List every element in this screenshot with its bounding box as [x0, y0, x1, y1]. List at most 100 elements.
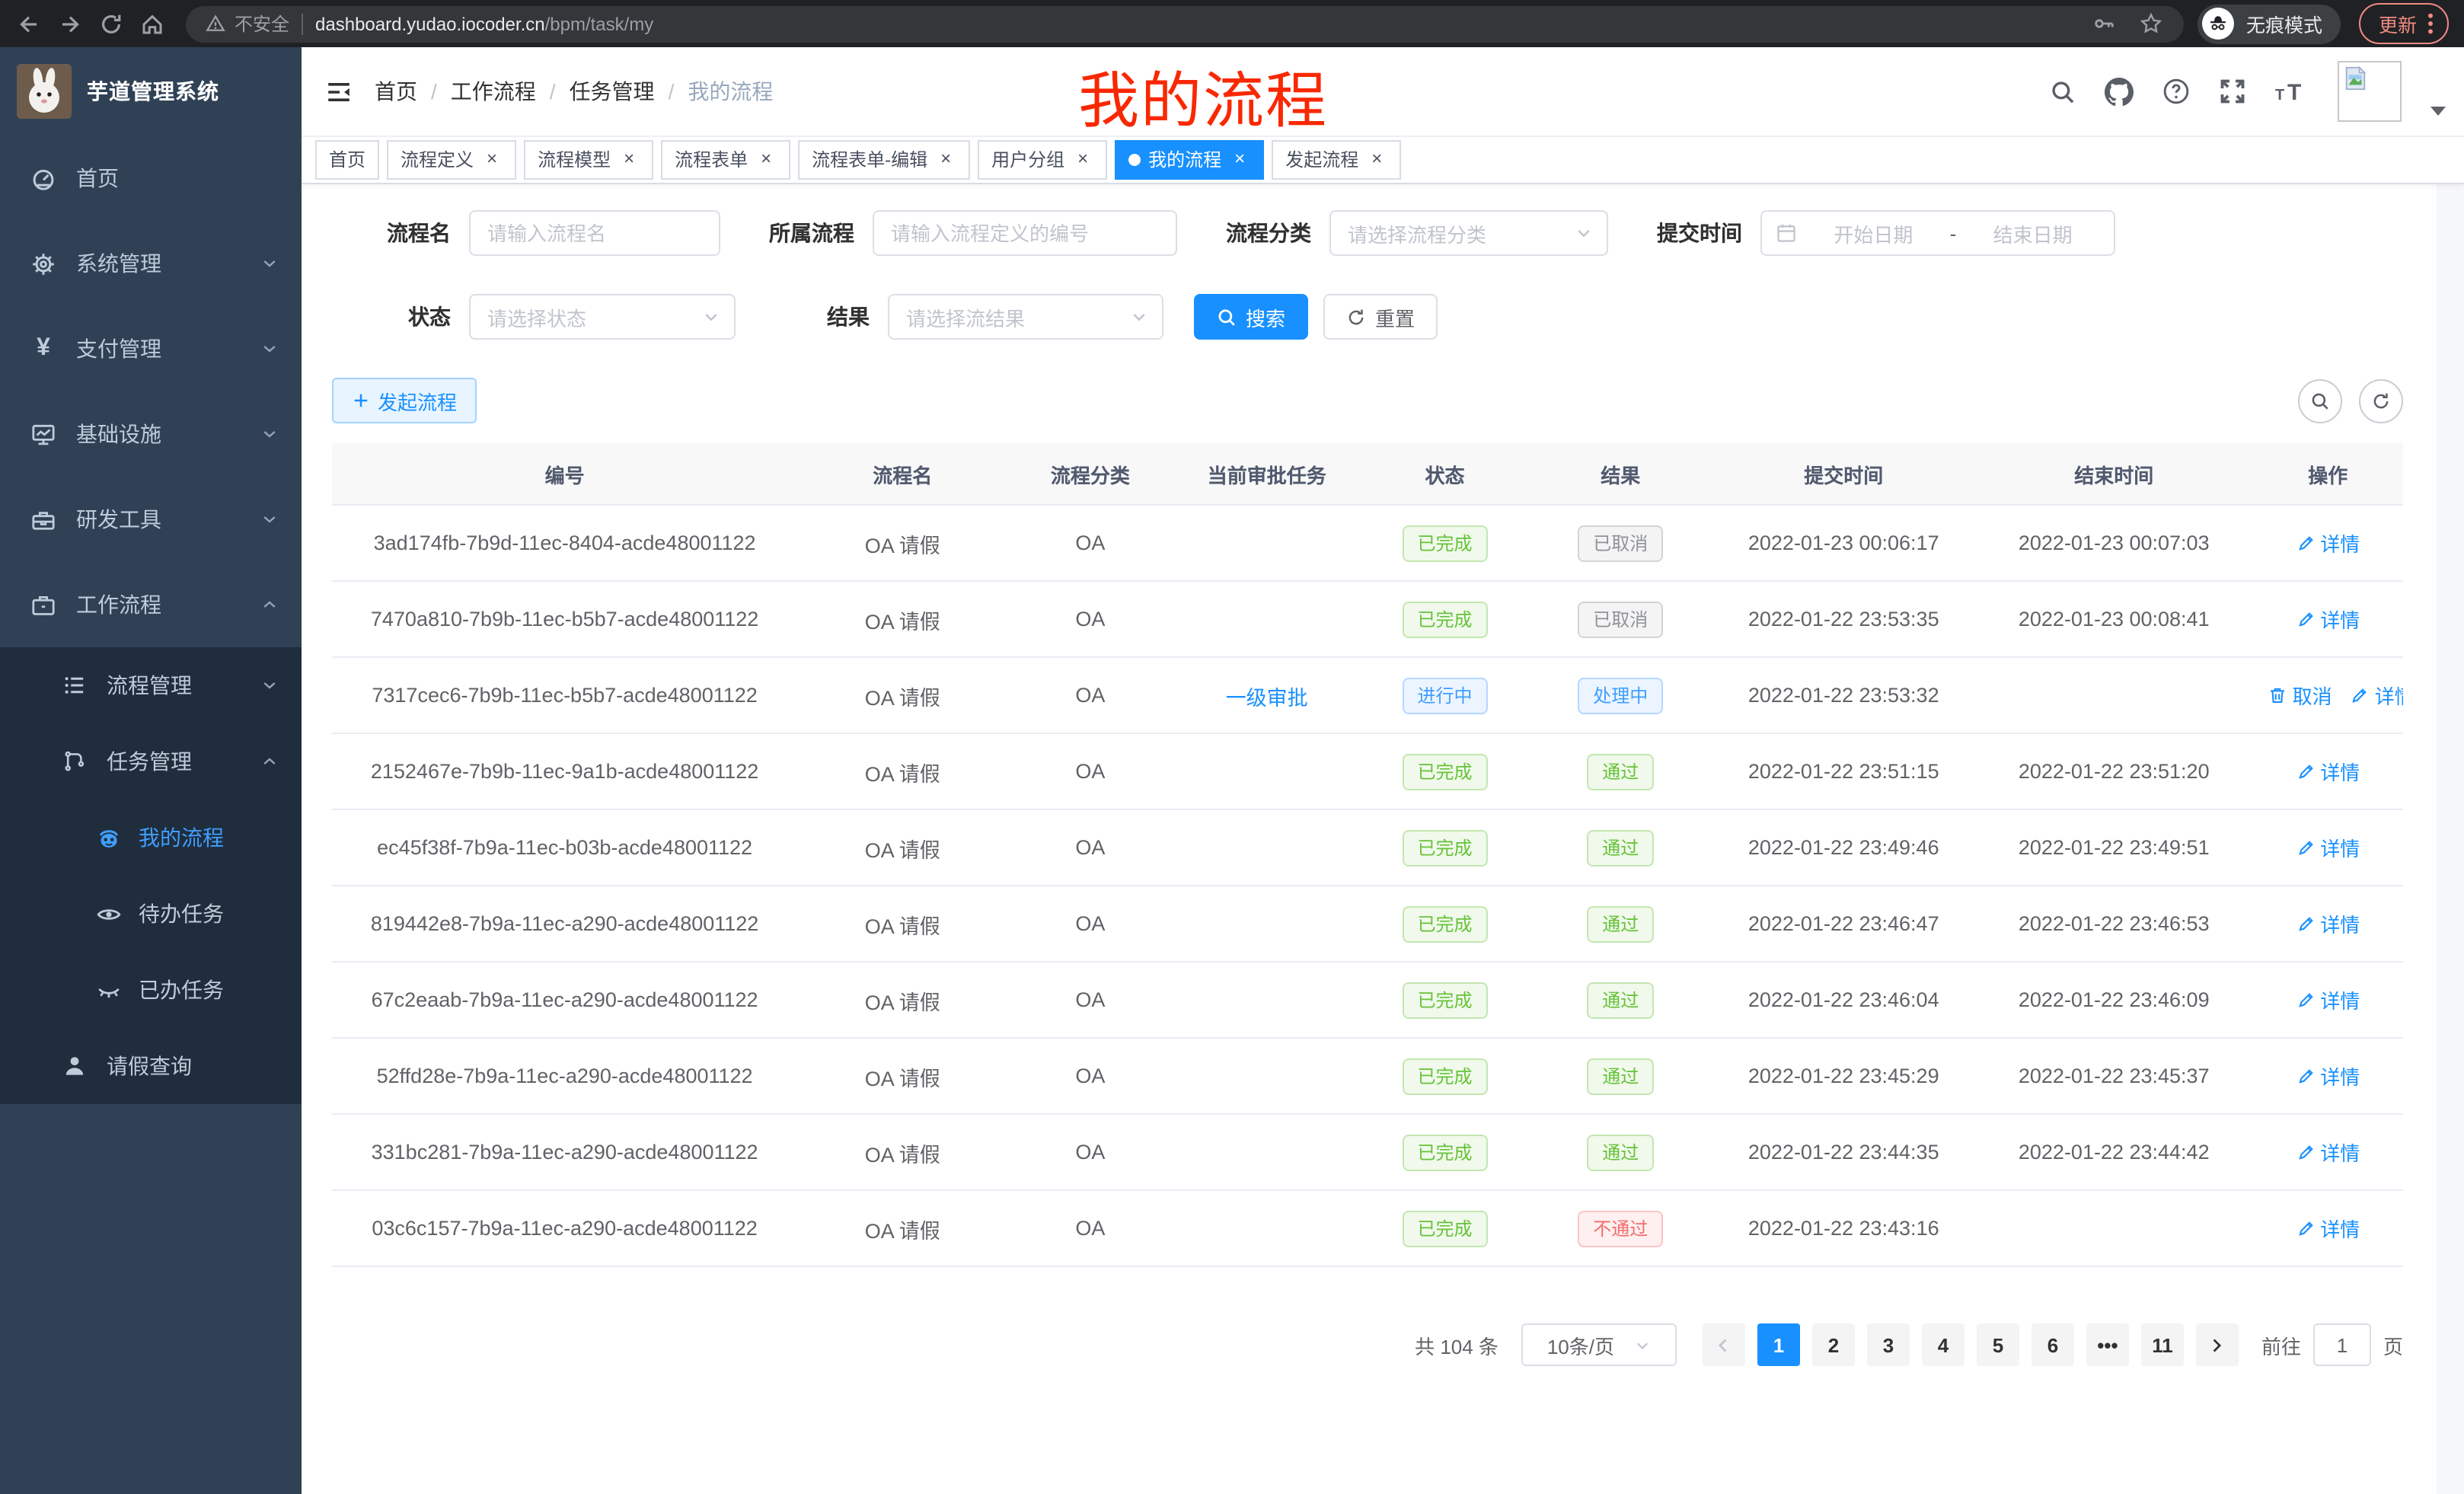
reload-icon[interactable]: [97, 10, 125, 37]
sidebar-item-process-management[interactable]: 流程管理: [0, 647, 302, 723]
detail-action-link[interactable]: 详情: [2296, 1061, 2360, 1090]
cell-status: 已完成: [1361, 1134, 1529, 1170]
breadcrumb-item[interactable]: 任务管理: [570, 76, 655, 107]
tag-view-item[interactable]: 首页: [315, 139, 379, 179]
prev-page-button[interactable]: [1703, 1323, 1745, 1366]
search-button[interactable]: 搜索: [1194, 294, 1308, 340]
page-button[interactable]: 6: [2032, 1323, 2074, 1366]
cell-status: 已完成: [1361, 1058, 1529, 1094]
browser-menu-icon[interactable]: [2427, 12, 2434, 35]
sidebar-item-done-tasks[interactable]: 已办任务: [0, 952, 302, 1028]
tag-view-item[interactable]: 流程定义×: [387, 139, 516, 179]
help-icon[interactable]: [2162, 78, 2190, 105]
cell-category: OA: [1007, 1141, 1173, 1164]
create-process-button[interactable]: 发起流程: [332, 378, 477, 423]
detail-action-link[interactable]: 详情: [2296, 605, 2360, 634]
goto-page-input[interactable]: [2313, 1323, 2371, 1366]
filter-status-select[interactable]: 请选择状态: [469, 294, 736, 340]
update-button[interactable]: 更新: [2359, 3, 2449, 44]
show-search-button[interactable]: [2298, 378, 2342, 423]
calendar-icon: [1776, 222, 1797, 244]
tag-view-item[interactable]: 流程模型×: [524, 139, 653, 179]
cell-result: 已取消: [1529, 525, 1712, 561]
cancel-action-link[interactable]: 取消: [2268, 681, 2332, 710]
tag-close-icon[interactable]: ×: [618, 148, 640, 170]
detail-action-link[interactable]: 详情: [2296, 1214, 2360, 1243]
browser-toolbar: 不安全 dashboard.yudao.iocoder.cn/bpm/task/…: [0, 0, 2464, 47]
tag-close-icon[interactable]: ×: [1366, 148, 1387, 170]
forward-icon[interactable]: [56, 10, 84, 37]
sidebar-item-devtools[interactable]: 研发工具: [0, 477, 302, 562]
page-button[interactable]: 3: [1867, 1323, 1910, 1366]
avatar-caret-icon[interactable]: [2430, 107, 2446, 116]
back-icon[interactable]: [15, 10, 43, 37]
page-button[interactable]: 4: [1922, 1323, 1964, 1366]
sidebar-item-workflow[interactable]: 工作流程: [0, 562, 302, 647]
bookmark-star-icon[interactable]: [2138, 10, 2166, 37]
sidebar-item-my-process[interactable]: 我的流程: [0, 800, 302, 876]
home-icon[interactable]: [139, 10, 166, 37]
detail-action-link[interactable]: 详情: [2296, 757, 2360, 786]
tag-close-icon[interactable]: ×: [1072, 148, 1093, 170]
github-icon[interactable]: [2105, 77, 2134, 106]
sidebar-item-infrastructure[interactable]: 基础设施: [0, 391, 302, 477]
detail-action-link[interactable]: 详情: [2296, 833, 2360, 862]
detail-action-link[interactable]: 详情: [2296, 909, 2360, 938]
filter-category-select[interactable]: 请选择流程分类: [1329, 210, 1608, 256]
detail-action-link[interactable]: 详情: [2296, 528, 2360, 557]
tag-view-item[interactable]: 发起流程×: [1272, 139, 1401, 179]
page-button[interactable]: 5: [1977, 1323, 2019, 1366]
cell-status: 已完成: [1361, 829, 1529, 866]
tag-close-icon[interactable]: ×: [755, 148, 777, 170]
tag-close-icon[interactable]: ×: [481, 148, 503, 170]
tag-view-item[interactable]: 我的流程×: [1115, 139, 1264, 179]
current-task-link[interactable]: 一级审批: [1226, 686, 1308, 709]
tag-close-icon[interactable]: ×: [935, 148, 956, 170]
page-size-select[interactable]: 10条/页: [1521, 1323, 1677, 1366]
page-button[interactable]: 1: [1757, 1323, 1800, 1366]
filter-date-range[interactable]: 开始日期 - 结束日期: [1760, 210, 2115, 256]
cell-category: OA: [1007, 1217, 1173, 1240]
breadcrumb-item[interactable]: 工作流程: [451, 76, 536, 107]
filter-name-input[interactable]: [469, 210, 720, 256]
next-page-button[interactable]: [2196, 1323, 2239, 1366]
search-icon[interactable]: [2050, 78, 2076, 104]
chevron-down-icon: [260, 425, 279, 443]
cell-process-name: OA 请假: [797, 832, 1007, 863]
filter-row-1: 流程名 所属流程 流程分类 请选择流程分类 提交时间 开始日期 -: [356, 210, 2437, 256]
cell-process-id: 03c6c157-7b9a-11ec-a290-acde48001122: [332, 1217, 797, 1240]
url-text[interactable]: dashboard.yudao.iocoder.cn/bpm/task/my: [315, 13, 653, 34]
fullscreen-icon[interactable]: [2219, 78, 2246, 105]
tag-close-icon[interactable]: ×: [1229, 148, 1250, 170]
sidebar-item-payment[interactable]: ¥ 支付管理: [0, 306, 302, 391]
filter-result-select[interactable]: 请选择流结果: [888, 294, 1163, 340]
sidebar-item-todo-tasks[interactable]: 待办任务: [0, 876, 302, 952]
breadcrumb-item[interactable]: 首页: [375, 76, 417, 107]
tag-view-item[interactable]: 流程表单×: [661, 139, 790, 179]
security-indicator[interactable]: 不安全: [204, 11, 289, 37]
page-button[interactable]: 11: [2141, 1323, 2184, 1366]
sidebar-item-home[interactable]: 首页: [0, 136, 302, 221]
font-size-icon[interactable]: TT: [2275, 78, 2309, 104]
sidebar-item-task-management[interactable]: 任务管理: [0, 723, 302, 800]
sidebar-item-leave-query[interactable]: 请假查询: [0, 1028, 302, 1104]
avatar[interactable]: [2338, 61, 2402, 122]
reset-button[interactable]: 重置: [1323, 294, 1438, 340]
sidebar-collapse-icon[interactable]: [302, 78, 375, 104]
key-icon[interactable]: [2091, 10, 2118, 37]
detail-action-link[interactable]: 详情: [2296, 1138, 2360, 1167]
detail-action-link[interactable]: 详情: [2351, 681, 2403, 710]
more-pages-button[interactable]: •••: [2086, 1323, 2129, 1366]
incognito-badge[interactable]: 无痕模式: [2197, 4, 2341, 43]
url-bar[interactable]: 不安全 dashboard.yudao.iocoder.cn/bpm/task/…: [186, 5, 2184, 42]
sidebar-item-system[interactable]: 系统管理: [0, 221, 302, 306]
tag-view-item[interactable]: 流程表单-编辑×: [798, 139, 970, 179]
page-button[interactable]: 2: [1812, 1323, 1855, 1366]
tag-view-item[interactable]: 用户分组×: [978, 139, 1107, 179]
filter-process-input[interactable]: [873, 210, 1177, 256]
logo[interactable]: 芋道管理系统: [0, 47, 302, 136]
process-table: 编号 流程名 流程分类 当前审批任务 状态 结果 提交时间 结束时间 操作 3a…: [332, 443, 2403, 1267]
refresh-table-button[interactable]: [2359, 378, 2403, 423]
detail-action-link[interactable]: 详情: [2296, 985, 2360, 1014]
toolbox-icon: [30, 506, 56, 532]
